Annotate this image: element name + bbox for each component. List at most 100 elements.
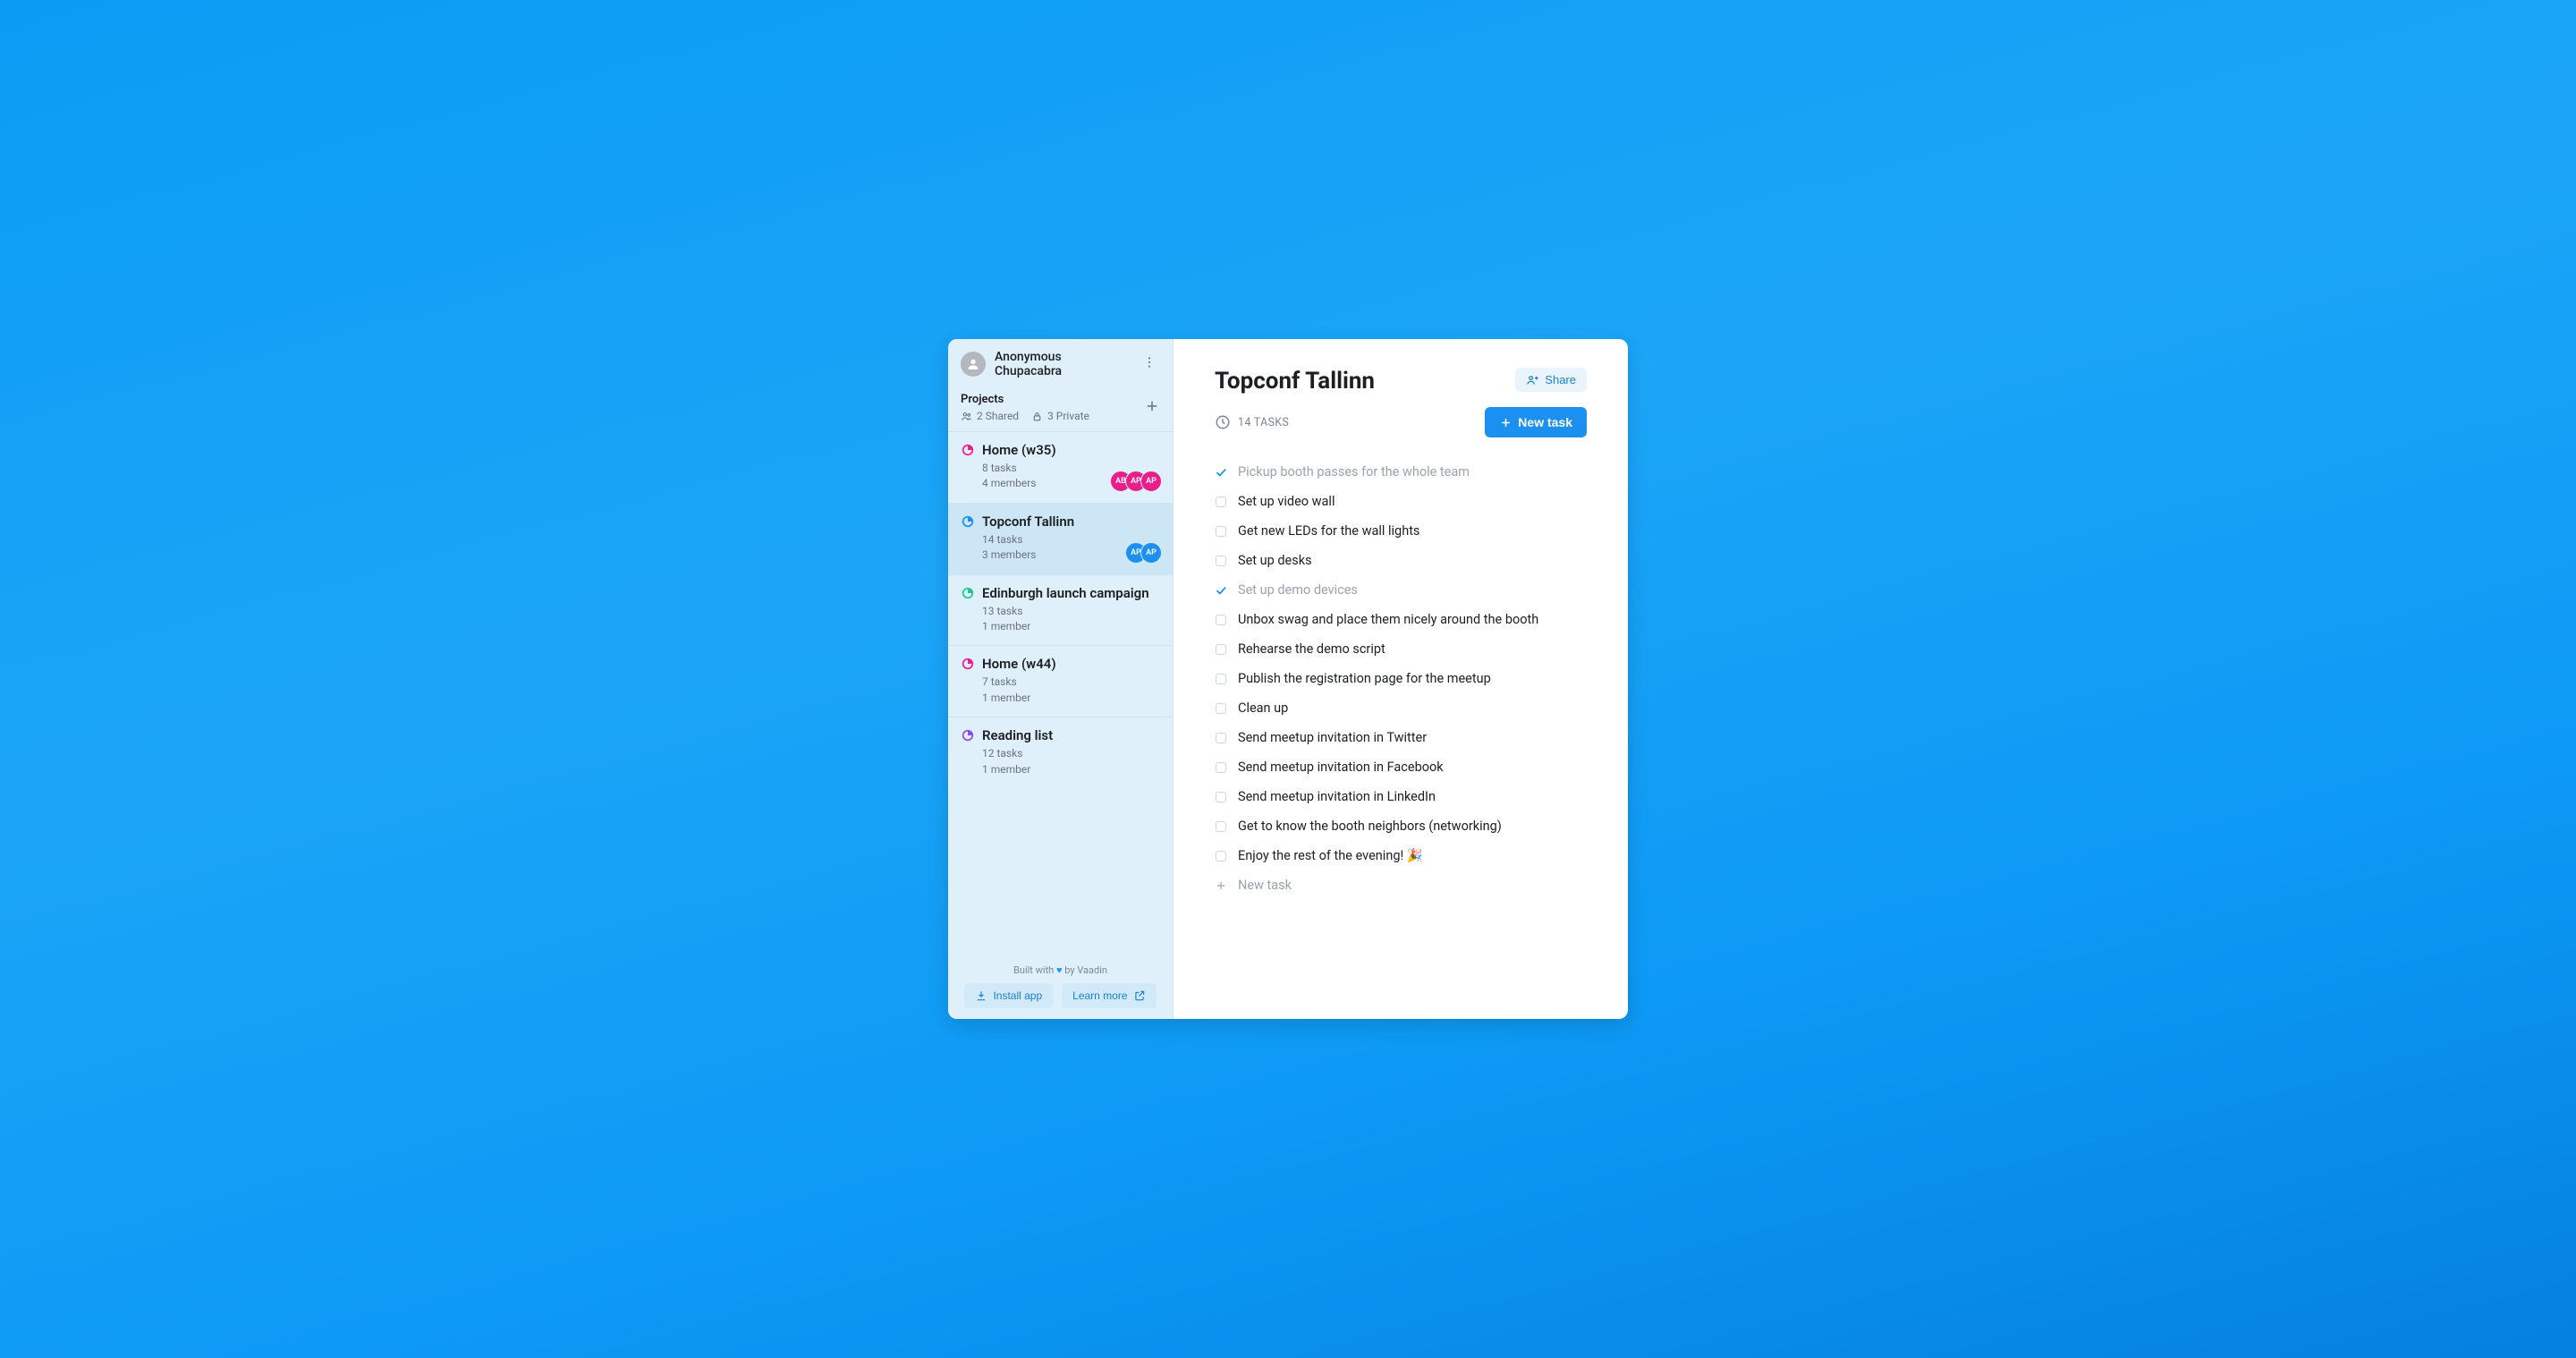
person-icon [966, 357, 980, 371]
project-meta: 13 tasks1 member [982, 604, 1160, 635]
task-text: Set up video wall [1238, 494, 1335, 509]
plus-icon [1499, 416, 1513, 429]
task-checkbox[interactable] [1215, 614, 1227, 626]
task-row-6[interactable]: Rehearse the demo script [1215, 634, 1587, 664]
task-checkbox[interactable] [1215, 466, 1227, 479]
progress-circle-icon [961, 586, 975, 600]
more-vertical-icon [1142, 355, 1157, 369]
avatar-stack: APAP [1131, 542, 1162, 564]
share-button[interactable]: Share [1515, 368, 1587, 392]
task-row-3[interactable]: Set up desks [1215, 546, 1587, 575]
task-text: Unbox swag and place them nicely around … [1238, 612, 1538, 627]
task-count: 14 TASKS [1215, 414, 1289, 430]
plus-icon [1215, 879, 1227, 892]
task-checkbox[interactable] [1215, 584, 1227, 597]
task-text: Enjoy the rest of the evening! 🎉 [1238, 848, 1423, 863]
clock-icon [1215, 414, 1231, 430]
task-row-4[interactable]: Set up demo devices [1215, 575, 1587, 605]
task-row-8[interactable]: Clean up [1215, 693, 1587, 723]
footer-buttons: Install app Learn more [959, 983, 1162, 1008]
project-name: Edinburgh launch campaign [982, 585, 1149, 601]
task-count-text: 14 TASKS [1238, 416, 1289, 429]
task-checkbox[interactable] [1215, 791, 1227, 803]
project-meta: 12 tasks1 member [982, 746, 1160, 777]
task-row-1[interactable]: Set up video wall [1215, 487, 1587, 516]
shared-count: 2 Shared [961, 410, 1019, 422]
project-row: Edinburgh launch campaign [961, 585, 1160, 601]
task-text: Pickup booth passes for the whole team [1238, 464, 1470, 480]
member-avatar: AP [1140, 542, 1162, 564]
project-name: Topconf Tallinn [982, 513, 1074, 530]
checkbox-icon [1216, 556, 1226, 566]
task-checkbox[interactable] [1215, 702, 1227, 715]
task-text: Get to know the booth neighbors (network… [1238, 819, 1502, 834]
task-checkbox[interactable] [1215, 820, 1227, 833]
app-window: Anonymous Chupacabra Projects 2 Shared 3… [948, 339, 1628, 1019]
progress-circle-icon [961, 443, 975, 457]
task-row-9[interactable]: Send meetup invitation in Twitter [1215, 723, 1587, 752]
task-text: Send meetup invitation in LinkedIn [1238, 789, 1436, 804]
task-checkbox[interactable] [1215, 525, 1227, 538]
check-icon [1215, 583, 1227, 598]
lock-icon [1031, 411, 1043, 422]
user-avatar[interactable] [961, 352, 986, 377]
project-meta: 7 tasks1 member [982, 675, 1160, 706]
project-name: Reading list [982, 727, 1053, 743]
user-menu-button[interactable] [1139, 352, 1160, 377]
built-with-prefix: Built with [1013, 964, 1056, 976]
project-item-4[interactable]: Reading list 12 tasks1 member [948, 717, 1173, 788]
user-name: Anonymous Chupacabra [995, 350, 1130, 378]
task-text: Publish the registration page for the me… [1238, 671, 1491, 686]
avatar-stack: ABAPAP [1116, 471, 1162, 492]
task-row-2[interactable]: Get new LEDs for the wall lights [1215, 516, 1587, 546]
project-list: Home (w35)8 tasks4 membersABAPAPTopconf … [948, 431, 1173, 955]
project-row: Home (w35) [961, 442, 1160, 458]
install-app-button[interactable]: Install app [964, 983, 1053, 1008]
task-checkbox[interactable] [1215, 643, 1227, 656]
checkbox-icon [1216, 733, 1226, 743]
task-row-10[interactable]: Send meetup invitation in Facebook [1215, 752, 1587, 782]
private-count: 3 Private [1031, 410, 1089, 422]
new-task-button[interactable]: New task [1485, 407, 1587, 437]
task-row-0[interactable]: Pickup booth passes for the whole team [1215, 457, 1587, 487]
member-avatar: AP [1140, 471, 1162, 492]
task-row-5[interactable]: Unbox swag and place them nicely around … [1215, 605, 1587, 634]
checkbox-icon [1216, 851, 1226, 861]
add-project-button[interactable] [1140, 395, 1164, 421]
external-link-icon [1133, 989, 1146, 1002]
task-text: Rehearse the demo script [1238, 641, 1385, 657]
task-checkbox[interactable] [1215, 673, 1227, 685]
task-row-13[interactable]: Enjoy the rest of the evening! 🎉 [1215, 841, 1587, 870]
task-checkbox[interactable] [1215, 761, 1227, 774]
task-row-12[interactable]: Get to know the booth neighbors (network… [1215, 811, 1587, 841]
task-row-7[interactable]: Publish the registration page for the me… [1215, 664, 1587, 693]
checkbox-icon [1216, 703, 1226, 714]
task-checkbox[interactable] [1215, 555, 1227, 567]
shared-count-text: 2 Shared [977, 410, 1019, 422]
task-checkbox[interactable] [1215, 732, 1227, 744]
task-text: Set up desks [1238, 553, 1312, 568]
install-label: Install app [993, 989, 1042, 1002]
project-item-0[interactable]: Home (w35)8 tasks4 membersABAPAP [948, 431, 1173, 503]
plus-icon [1144, 398, 1160, 414]
project-row: Home (w44) [961, 656, 1160, 672]
learn-more-button[interactable]: Learn more [1062, 983, 1156, 1008]
project-item-2[interactable]: Edinburgh launch campaign 13 tasks1 membe… [948, 574, 1173, 646]
project-item-1[interactable]: Topconf Tallinn14 tasks3 membersAPAP [948, 503, 1173, 574]
projects-title: Projects [961, 393, 1160, 406]
checkbox-icon [1216, 497, 1226, 507]
task-checkbox[interactable] [1215, 496, 1227, 508]
project-item-3[interactable]: Home (w44) 7 tasks1 member [948, 645, 1173, 717]
task-row-11[interactable]: Send meetup invitation in LinkedIn [1215, 782, 1587, 811]
task-checkbox[interactable] [1215, 850, 1227, 862]
checkbox-icon [1216, 821, 1226, 832]
project-name: Home (w44) [982, 656, 1056, 672]
private-count-text: 3 Private [1047, 410, 1089, 422]
progress-circle-icon [961, 514, 975, 529]
checkbox-icon [1216, 526, 1226, 537]
main-panel: Topconf Tallinn Share 14 TASKS New task … [1174, 339, 1628, 1019]
learn-label: Learn more [1072, 989, 1127, 1002]
task-text: Get new LEDs for the wall lights [1238, 523, 1419, 539]
new-task-row[interactable]: New task [1215, 870, 1587, 900]
projects-counts: 2 Shared 3 Private [961, 410, 1160, 422]
